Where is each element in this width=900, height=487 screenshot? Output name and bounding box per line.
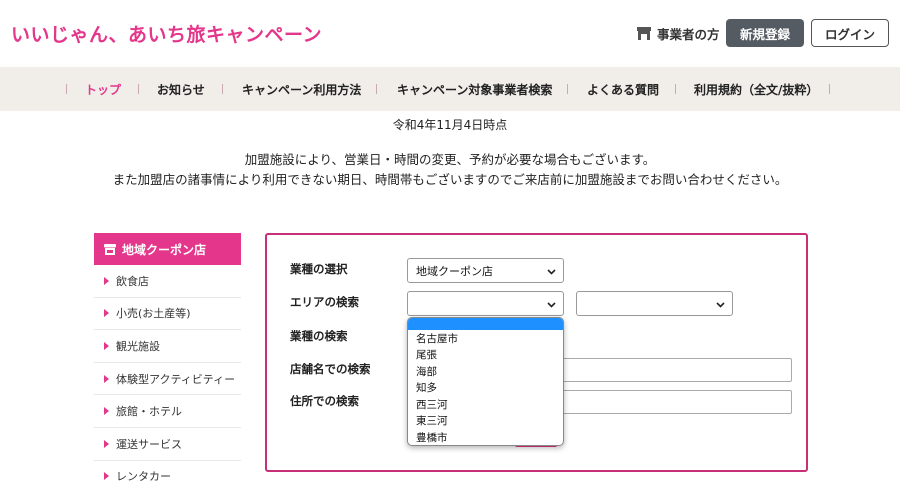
sidebar-item-sightseeing[interactable]: 観光施設 (94, 330, 241, 363)
as-of-date: 令和4年11月4日時点 (392, 118, 508, 132)
sidebar-item-activity[interactable]: 体験型アクティビティー (94, 363, 241, 396)
sidebar-item-transport[interactable]: 運送サービス (94, 428, 241, 461)
industry-select[interactable]: 地域クーポン店 (407, 258, 564, 283)
sidebar-header-label: 地域クーポン店 (122, 242, 207, 257)
shop-icon (104, 243, 116, 255)
nav-separator (222, 84, 223, 94)
area-label: エリアの検索 (290, 295, 359, 309)
sidebar-category-list: 飲食店 小売(お土産等) 観光施設 体験型アクティビティー 旅館・ホテル 運送サ… (94, 265, 241, 487)
dropdown-option-owari[interactable]: 尾張 (408, 347, 563, 364)
industry-select-value: 地域クーポン店 (416, 264, 493, 278)
sidebar-item-label: レンタカー (116, 470, 171, 484)
nav-separator (829, 84, 830, 94)
chevron-down-icon (716, 302, 725, 308)
dropdown-option-nagoya[interactable]: 名古屋市 (408, 330, 563, 347)
dropdown-option-toyohashi[interactable]: 豊橋市 (408, 429, 563, 445)
site-header: いいじゃん、あいち旅キャンペーン 事業者の方 新規登録 ログイン (0, 0, 900, 67)
triangle-right-icon (104, 407, 109, 416)
sidebar-item-label: 小売(お土産等) (116, 307, 191, 321)
sidebar-item-label: 旅館・ホテル (116, 405, 182, 419)
nav-item-how-to-use[interactable]: キャンペーン利用方法 (242, 67, 361, 111)
sidebar-item-label: 飲食店 (116, 274, 149, 288)
nav-separator (567, 84, 568, 94)
sidebar-item-label: 運送サービス (116, 437, 182, 451)
area-sub-select[interactable] (576, 291, 733, 316)
nav-item-faq[interactable]: よくある質問 (587, 67, 659, 111)
dropdown-option-ama[interactable]: 海部 (408, 363, 563, 380)
chevron-down-icon (547, 269, 556, 275)
nav-separator (66, 84, 67, 94)
area-dropdown-list: 名古屋市 尾張 海部 知多 西三河 東三河 豊橋市 (407, 317, 564, 446)
notice-line-2: また加盟店の諸事情により利用できない期日、時間帯もございますのでご来店前に加盟施… (112, 172, 788, 187)
login-button[interactable]: ログイン (811, 19, 889, 47)
nav-separator (138, 84, 139, 94)
triangle-right-icon (104, 374, 109, 383)
sidebar-item-restaurant[interactable]: 飲食店 (94, 265, 241, 298)
sidebar-item-label: 観光施設 (116, 339, 160, 353)
sidebar-item-label: 体験型アクティビティー (116, 372, 236, 386)
sidebar-item-hotel[interactable]: 旅館・ホテル (94, 395, 241, 428)
dropdown-option-nishi-mikawa[interactable]: 西三河 (408, 396, 563, 413)
site-logo[interactable]: いいじゃん、あいち旅キャンペーン (11, 20, 322, 47)
business-link[interactable]: 事業者の方 (637, 24, 720, 43)
triangle-right-icon (104, 439, 109, 448)
notice-line-1: 加盟施設により、営業日・時間の変更、予約が必要な場合もございます。 (244, 152, 656, 167)
type-search-label: 業種の検索 (290, 329, 348, 343)
nav-separator (675, 84, 676, 94)
industry-label: 業種の選択 (290, 262, 348, 276)
chevron-down-icon (547, 302, 556, 308)
nav-item-business-search[interactable]: キャンペーン対象事業者検索 (397, 67, 552, 111)
main-nav: トップ お知らせ キャンペーン利用方法 キャンペーン対象事業者検索 よくある質問… (0, 67, 900, 111)
triangle-right-icon (104, 341, 109, 350)
nav-item-terms[interactable]: 利用規約（全文/抜粋） (694, 67, 818, 111)
dropdown-option-higashi-mikawa[interactable]: 東三河 (408, 413, 563, 430)
register-button[interactable]: 新規登録 (726, 19, 804, 47)
nav-item-news[interactable]: お知らせ (157, 67, 205, 111)
area-select[interactable] (407, 291, 564, 316)
nav-separator (376, 84, 377, 94)
dropdown-option-blank[interactable] (408, 318, 563, 330)
sidebar-item-rental-car[interactable]: レンタカー (94, 461, 241, 487)
triangle-right-icon (104, 309, 109, 318)
sidebar-item-retail[interactable]: 小売(お土産等) (94, 298, 241, 331)
triangle-right-icon (104, 472, 109, 481)
store-name-label: 店舗名での検索 (290, 362, 371, 376)
shop-icon (637, 27, 651, 40)
sidebar-header-local-coupon[interactable]: 地域クーポン店 (94, 233, 241, 265)
dropdown-option-chita[interactable]: 知多 (408, 380, 563, 397)
nav-item-top[interactable]: トップ (85, 67, 121, 111)
address-label: 住所での検索 (290, 394, 359, 408)
triangle-right-icon (104, 276, 109, 285)
business-link-label: 事業者の方 (657, 27, 720, 42)
